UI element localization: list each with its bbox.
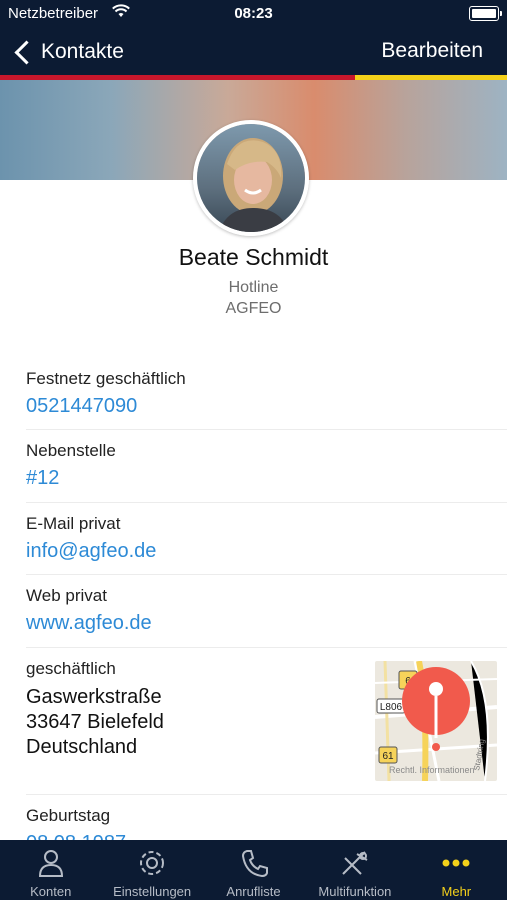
tab-label: Konten (30, 884, 72, 899)
field-label: Geburtstag (26, 806, 111, 825)
back-label: Kontakte (41, 40, 124, 63)
tab-anrufliste[interactable]: Anrufliste (203, 840, 304, 900)
map-thumbnail[interactable]: L806 6 61 Stadtring Rechtl. Informatione… (375, 661, 497, 781)
field-label: Nebenstelle (26, 441, 116, 460)
field-label: Web privat (26, 586, 107, 605)
map-road-label: L806 (380, 702, 403, 713)
status-bar: Netzbetreiber 08:23 (0, 0, 507, 28)
back-button[interactable]: Kontakte (14, 36, 124, 68)
phone-icon (238, 848, 270, 878)
tab-mehr[interactable]: Mehr (406, 840, 507, 900)
contact-company: AGFEO (225, 300, 282, 317)
tab-bar: Konten Einstellungen Anrufliste Multifun… (0, 840, 507, 900)
contact-department: Hotline (228, 279, 279, 296)
tab-label: Multifunktion (318, 884, 392, 899)
multifunction-icon (339, 848, 371, 878)
field-label: Festnetz geschäftlich (26, 369, 186, 388)
map-attribution[interactable]: Rechtl. Informationen (389, 765, 475, 775)
extension-link[interactable]: #12 (26, 467, 507, 490)
field-label: E-Mail privat (26, 514, 121, 533)
field-extension: Nebenstelle #12 (26, 441, 507, 503)
map-road-label: 61 (382, 751, 394, 762)
edit-button[interactable]: Bearbeiten (381, 39, 483, 63)
tab-label: Einstellungen (113, 884, 192, 899)
battery-icon (469, 6, 502, 21)
tab-label: Mehr (441, 884, 472, 899)
tab-einstellungen[interactable]: Einstellungen (101, 840, 202, 900)
tab-konten[interactable]: Konten (0, 840, 101, 900)
web-link[interactable]: www.agfeo.de (26, 612, 507, 635)
email-link[interactable]: info@agfeo.de (26, 540, 507, 563)
contact-name: Beate Schmidt (178, 244, 329, 270)
phone-link[interactable]: 0521447090 (26, 395, 507, 418)
clock: 08:23 (234, 5, 273, 22)
field-web-private: Web privat www.agfeo.de (26, 586, 507, 648)
avatar[interactable] (193, 120, 309, 236)
more-dots-icon (440, 848, 472, 878)
person-icon (35, 848, 67, 878)
tab-multifunktion[interactable]: Multifunktion (304, 840, 405, 900)
gear-icon (136, 848, 168, 878)
field-phone-business: Festnetz geschäftlich 0521447090 (26, 369, 507, 430)
chevron-left-icon (14, 39, 39, 65)
tab-label: Anrufliste (226, 884, 281, 899)
field-email-private: E-Mail privat info@agfeo.de (26, 514, 507, 575)
navigation-bar: Netzbetreiber 08:23 Kontakte Bearbeiten (0, 0, 507, 80)
